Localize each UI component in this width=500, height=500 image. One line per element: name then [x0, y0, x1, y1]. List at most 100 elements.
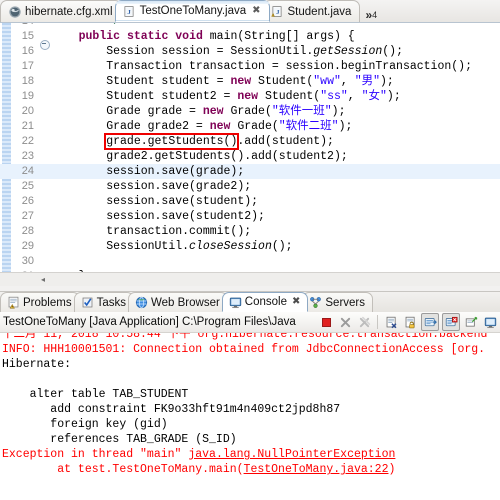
code-token: "软件一班": [271, 105, 332, 118]
code-text: session.save(grade2);: [51, 179, 500, 194]
line-number: 26: [21, 195, 34, 207]
console-output-line: foreign key (gid): [2, 418, 175, 431]
console-toolbar-buttons: [318, 313, 500, 331]
stacktrace-link[interactable]: TestOneToMany.java:22: [244, 463, 389, 476]
editor-horizontal-scrollbar[interactable]: ◂: [0, 272, 500, 286]
code-line[interactable]: 24 session.save(grade);: [0, 164, 500, 179]
view-tab-tasks[interactable]: Tasks: [73, 292, 134, 312]
code-line[interactable]: 19 Student student2 = new Student("ss", …: [0, 89, 500, 104]
code-token: "ss": [320, 90, 348, 103]
code-line[interactable]: 17 Transaction transaction = session.beg…: [0, 59, 500, 74]
editor-tab-student-java[interactable]: J Student.java: [262, 0, 361, 22]
code-token: );: [386, 90, 401, 103]
view-tab-label: Servers: [325, 296, 366, 309]
code-token: Student student2 =: [51, 90, 238, 103]
line-number: 20: [21, 105, 34, 117]
code-token: Session session = SessionUtil.: [51, 45, 314, 58]
code-token: Student student =: [51, 75, 231, 88]
terminate-icon[interactable]: [318, 314, 334, 330]
pin-console-icon[interactable]: [463, 314, 479, 330]
line-number: 28: [21, 225, 34, 237]
view-tab-problems[interactable]: Problems: [0, 292, 80, 312]
problems-icon: [7, 296, 20, 309]
editor-tab-hibernate-cfg-xml[interactable]: hibernate.cfg.xml: [0, 0, 122, 22]
code-line[interactable]: 22 grade.getStudents().add(student);: [0, 133, 500, 150]
scroll-left-arrow-icon[interactable]: ◂: [38, 275, 48, 285]
code-editor[interactable]: 14 */15 public static void main(String[]…: [0, 23, 500, 286]
code-line[interactable]: 16 Session session = SessionUtil.getSess…: [0, 44, 500, 59]
code-text: Transaction transaction = session.beginT…: [51, 59, 500, 74]
code-line[interactable]: 27 session.save(student2);: [0, 209, 500, 224]
console-text: Exception in thread "main": [2, 448, 189, 461]
code-token: session.save(student2);: [51, 210, 265, 223]
code-token: static: [126, 30, 169, 43]
code-line[interactable]: 21 Grade grade2 = new Grade("软件二班");: [0, 119, 500, 134]
code-line[interactable]: 26 session.save(student);: [0, 194, 500, 209]
console-error-line: 十二月 11, 2018 10:58:44 下午 org.hibernate.r…: [2, 333, 488, 341]
console-output[interactable]: 十二月 11, 2018 10:58:44 下午 org.hibernate.r…: [0, 333, 500, 500]
code-token: Grade(: [223, 105, 272, 118]
code-token: Grade(: [230, 120, 279, 133]
tab-close-icon[interactable]: ✖: [252, 6, 260, 16]
code-token: "ww": [313, 75, 341, 88]
line-number: 27: [21, 210, 34, 222]
chevron-double-right-icon: »: [365, 8, 373, 22]
java-file-icon: J: [123, 5, 136, 18]
toolbar-separator: [377, 315, 378, 329]
editor-tab-testonetomany-java[interactable]: J TestOneToMany.java ✖: [114, 0, 270, 22]
tasks-icon: [81, 296, 94, 309]
console-error-line: Exception in thread "main" java.lang.Nul…: [0, 447, 500, 462]
code-line[interactable]: 30: [0, 254, 500, 269]
code-token: void: [175, 30, 203, 43]
code-line[interactable]: 28 transaction.commit();: [0, 224, 500, 239]
stacktrace-link[interactable]: java.lang.NullPointerException: [188, 448, 395, 461]
code-token: );: [380, 75, 394, 88]
view-tab-label: Console: [244, 296, 287, 308]
view-tab-close-icon[interactable]: ✖: [292, 297, 300, 307]
more-tabs-button[interactable]: » 4: [365, 8, 377, 22]
code-token: ,: [340, 75, 355, 88]
console-text: ): [388, 463, 396, 476]
code-token: Grade grade2 =: [51, 120, 210, 133]
scroll-lock-icon[interactable]: [402, 314, 418, 330]
code-text: Grade grade2 = new Grade("软件二班");: [51, 119, 500, 134]
code-token: "女": [361, 90, 387, 103]
show-console-on-output-icon[interactable]: [421, 313, 439, 331]
code-token: ();: [382, 45, 403, 58]
code-line[interactable]: 18 Student student = new Student("ww", "…: [0, 74, 500, 89]
code-line[interactable]: 20 Grade grade = new Grade("软件一班");: [0, 104, 500, 119]
remove-launch-icon[interactable]: [337, 314, 353, 330]
console-toolbar: TestOneToMany [Java Application] C:\Prog…: [0, 312, 500, 333]
line-number: 21: [21, 120, 34, 132]
code-token: session.save(grade);: [51, 165, 245, 178]
code-line[interactable]: 23 grade2.getStudents().add(student2);: [0, 149, 500, 164]
code-token: new: [209, 120, 231, 133]
code-lines[interactable]: 14 */15 public static void main(String[]…: [0, 23, 500, 286]
editor-tab-label: TestOneToMany.java: [139, 5, 247, 17]
code-line[interactable]: 25 session.save(grade2);: [0, 179, 500, 194]
console-launch-label: TestOneToMany [Java Application] C:\Prog…: [3, 316, 296, 328]
remove-all-terminated-icon[interactable]: [356, 314, 372, 330]
view-tab-console[interactable]: Console ✖: [221, 292, 309, 312]
show-console-on-error-icon[interactable]: [442, 313, 460, 331]
code-line[interactable]: 15 public static void main(String[] args…: [0, 29, 500, 50]
code-token: new: [202, 105, 224, 118]
code-token: session.save(student);: [51, 195, 259, 208]
line-number: 16: [21, 45, 34, 57]
code-text: SessionUtil.closeSession();: [51, 239, 500, 254]
code-token: new: [230, 75, 252, 88]
code-token: );: [338, 120, 353, 133]
code-text: session.save(student);: [51, 194, 500, 209]
code-token: Transaction transaction = session.beginT…: [51, 60, 472, 73]
view-tab-servers[interactable]: Servers: [302, 292, 374, 312]
view-tab-web-browser[interactable]: Web Browser: [127, 292, 228, 312]
code-text: transaction.commit();: [51, 224, 500, 239]
line-number: 23: [21, 150, 34, 162]
editor-tab-label: hibernate.cfg.xml: [25, 5, 113, 18]
clear-console-icon[interactable]: [383, 314, 399, 330]
code-line[interactable]: 29 SessionUtil.closeSession();: [0, 239, 500, 254]
line-number: 17: [21, 60, 34, 72]
display-selected-console-icon[interactable]: [482, 314, 498, 330]
